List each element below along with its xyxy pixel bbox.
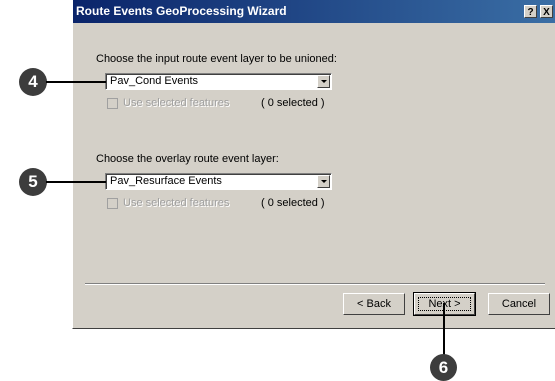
input-use-selected-label: Use selected features <box>123 97 230 109</box>
step-4-leader-line <box>46 81 106 83</box>
input-layer-prompt: Choose the input route event layer to be… <box>96 53 337 65</box>
overlay-use-selected-label: Use selected features <box>123 197 230 209</box>
input-selected-count: ( 0 selected ) <box>261 97 325 109</box>
step-5-callout: 5 <box>19 168 47 196</box>
overlay-layer-prompt: Choose the overlay route event layer: <box>96 153 279 165</box>
overlay-selected-count: ( 0 selected ) <box>261 197 325 209</box>
close-button[interactable]: X <box>540 5 553 18</box>
help-button[interactable]: ? <box>524 5 537 18</box>
step-5-leader-line <box>46 181 106 183</box>
overlay-layer-dropdown[interactable]: Pav_Resurface Events <box>105 173 332 190</box>
title-bar: Route Events GeoProcessing Wizard ? X <box>73 0 555 23</box>
back-button[interactable]: < Back <box>343 293 405 315</box>
step-6-leader-line <box>443 303 445 357</box>
overlay-layer-value: Pav_Resurface Events <box>110 175 222 187</box>
input-layer-dropdown[interactable]: Pav_Cond Events <box>105 73 332 90</box>
input-use-selected-checkbox[interactable] <box>107 98 118 109</box>
button-separator <box>85 283 545 285</box>
input-layer-value: Pav_Cond Events <box>110 75 199 87</box>
wizard-dialog: Route Events GeoProcessing Wizard ? X Ch… <box>72 0 555 329</box>
chevron-down-icon[interactable] <box>317 75 330 88</box>
chevron-down-icon[interactable] <box>317 175 330 188</box>
overlay-use-selected-checkbox[interactable] <box>107 198 118 209</box>
dialog-title: Route Events GeoProcessing Wizard <box>76 4 287 18</box>
step-4-callout: 4 <box>19 68 47 96</box>
cancel-button[interactable]: Cancel <box>488 293 550 315</box>
step-6-callout: 6 <box>430 354 457 381</box>
